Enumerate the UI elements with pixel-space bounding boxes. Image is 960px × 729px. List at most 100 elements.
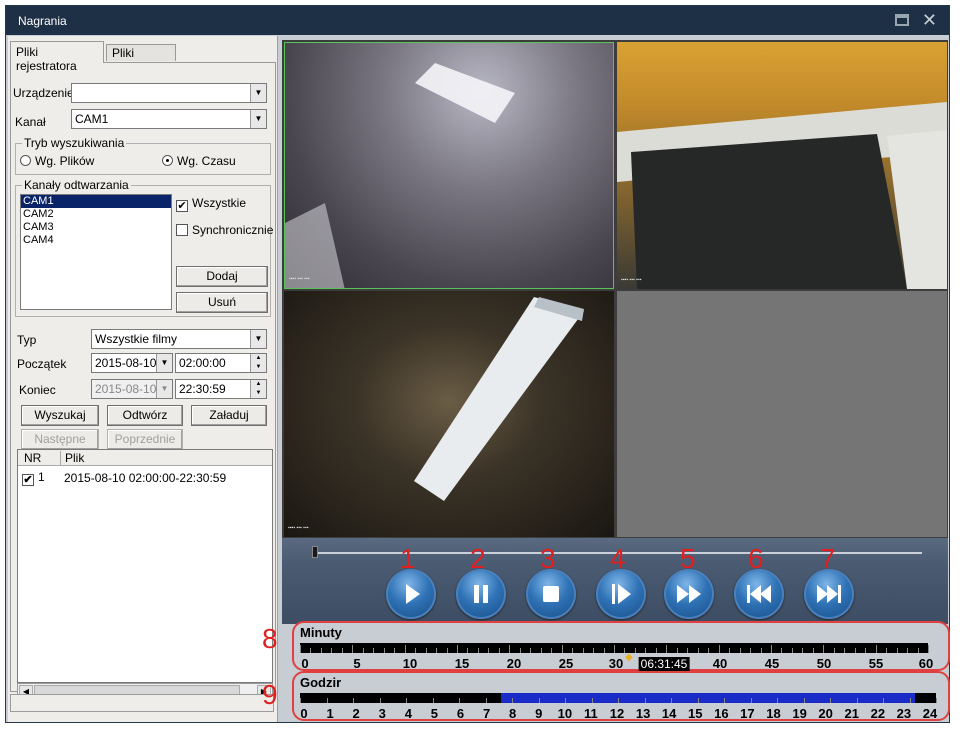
list-item[interactable]: CAM3 [21, 221, 171, 234]
list-item[interactable]: CAM4 [21, 234, 171, 247]
minute-label: 60 [918, 656, 934, 671]
minute-tick [614, 645, 615, 653]
minute-tick [425, 648, 427, 653]
maximize-icon[interactable] [895, 14, 909, 26]
file-checkbox[interactable]: ✔ 1 [22, 470, 45, 486]
hour-label: 15 [688, 706, 703, 721]
all-checkbox[interactable]: ✔ Wszystkie [176, 196, 246, 212]
end-time-value: 22:30:59 [179, 382, 226, 396]
minute-tick [373, 648, 375, 653]
start-time-input[interactable]: 02:00:00 ▲ ▼ [175, 353, 267, 373]
checkbox-icon [176, 224, 188, 236]
load-button[interactable]: Załaduj [191, 405, 267, 426]
hour-tick [538, 698, 540, 703]
minute-tick [854, 648, 856, 653]
video-cell-cam1[interactable]: ▪▪▪▪ ▪▪▪ ▪▪▪ [284, 42, 614, 289]
hour-tick [618, 698, 619, 703]
sync-checkbox[interactable]: Synchronicznie [176, 223, 273, 237]
start-date-input[interactable]: 2015-08-10 ▼ [91, 353, 173, 373]
hour-tick [379, 698, 381, 703]
channel-select[interactable]: CAM1 ▼ [71, 109, 267, 129]
pause-icon[interactable] [456, 569, 506, 619]
minute-tick [802, 648, 804, 653]
minute-tick [791, 648, 793, 653]
remove-button[interactable]: Usuń [176, 292, 268, 313]
channel-label: Kanał [15, 115, 46, 129]
video-frame-cam3 [414, 297, 584, 501]
stop-icon[interactable] [526, 569, 576, 619]
minute-tick [833, 648, 835, 653]
list-item[interactable]: CAM1 [21, 195, 171, 208]
start-label: Początek [17, 357, 67, 371]
search-panel: Pliki rejestratora Pliki lokalne Urządze… [8, 36, 278, 722]
hour-tick [300, 698, 301, 703]
minute-tick [771, 645, 772, 653]
tab-recorder-files[interactable]: Pliki rejestratora [10, 41, 104, 73]
minute-tick [593, 648, 595, 653]
end-date-input: 2015-08-10 ▼ [91, 379, 173, 399]
radio-by-files[interactable]: Wg. Plików [20, 154, 94, 168]
hour-label: 1 [326, 706, 334, 721]
video-cell-cam3[interactable]: ▪▪▪▪ ▪▪▪ ▪▪▪ [284, 291, 614, 537]
end-time-input[interactable]: 22:30:59 ▲ ▼ [175, 379, 267, 399]
table-row[interactable]: ✔ 1 2015-08-10 02:00:00-22:30:59 [18, 466, 272, 486]
time-cursor-icon: ◆ [625, 652, 633, 663]
add-button[interactable]: Dodaj [176, 266, 268, 287]
file-list-header: NR Plik [18, 450, 272, 466]
fast-forward-icon[interactable] [664, 569, 714, 619]
hour-label: 7 [482, 706, 491, 721]
device-select[interactable]: ▼ [71, 83, 267, 103]
hour-label: 17 [740, 706, 755, 721]
list-item[interactable]: CAM2 [21, 208, 171, 221]
previous-button[interactable]: Poprzednie [107, 429, 183, 450]
minute-tick [729, 648, 731, 653]
video-osd: ▪▪▪▪ ▪▪▪ ▪▪▪ [288, 525, 309, 531]
close-icon[interactable]: ✕ [922, 11, 937, 29]
step-frame-icon[interactable] [596, 569, 646, 619]
chevron-down-icon: ▼ [250, 110, 266, 128]
skip-forward-icon[interactable] [804, 569, 854, 619]
tab-panel: Urządzenie ▼ Kanał CAM1 ▼ Tryb wyszukiwa… [10, 62, 276, 699]
minutes-ticks [300, 643, 929, 653]
minute-tick [750, 648, 752, 653]
minute-tick [362, 648, 364, 653]
hours-timeline[interactable]: Godzir 0 1 2 3 4 5 6 7 8 9 10 11 12 13 14 15 16 17 18 19 20 2… [292, 671, 950, 721]
marker-9: 9 [262, 679, 278, 710]
radio-by-time[interactable]: Wg. Czasu [162, 154, 236, 168]
spinner-icon[interactable]: ▲ ▼ [250, 354, 266, 372]
minute-label: 40 [712, 656, 728, 671]
minute-tick [676, 648, 678, 653]
video-cell-cam2[interactable]: ▪▪▪▪ ▪▪▪ ▪▪▪ [617, 42, 947, 289]
next-button[interactable]: Następne [21, 429, 99, 450]
minute-tick [530, 648, 532, 653]
seek-thumb[interactable] [312, 546, 318, 558]
minute-tick [488, 648, 490, 653]
minute-label: 10 [402, 656, 418, 671]
minute-tick [760, 648, 762, 653]
minutes-timeline[interactable]: Minuty 0 5 10 15 20 25 30 ◆ 06:31:45 40 … [292, 621, 950, 671]
minute-tick [708, 648, 710, 653]
play-button[interactable]: Odtwórz [107, 405, 183, 426]
start-time-value: 02:00:00 [179, 356, 226, 370]
minute-tick [310, 648, 312, 653]
skip-back-icon[interactable] [734, 569, 784, 619]
minute-tick [886, 648, 888, 653]
minute-tick [477, 648, 479, 653]
window-title: Nagrania [18, 14, 67, 28]
minute-tick [509, 645, 511, 653]
play-icon[interactable] [386, 569, 436, 619]
tab-local-files[interactable]: Pliki lokalne [106, 44, 176, 74]
checkmark-icon: ✔ [176, 200, 188, 212]
search-button[interactable]: Wyszukaj [21, 405, 99, 426]
hour-tick [591, 698, 593, 703]
minute-tick [697, 648, 699, 653]
current-time: 06:31:45 [638, 657, 690, 671]
video-cell-cam4[interactable] [617, 291, 947, 537]
minute-label: 5 [353, 656, 361, 671]
hour-tick [777, 698, 778, 703]
minute-tick [875, 645, 877, 653]
type-select[interactable]: Wszystkie filmy ▼ [91, 329, 267, 349]
channel-listbox[interactable]: CAM1 CAM2 CAM3 CAM4 [20, 194, 172, 310]
hour-tick [565, 698, 566, 703]
spinner-icon[interactable]: ▲ ▼ [250, 380, 266, 398]
